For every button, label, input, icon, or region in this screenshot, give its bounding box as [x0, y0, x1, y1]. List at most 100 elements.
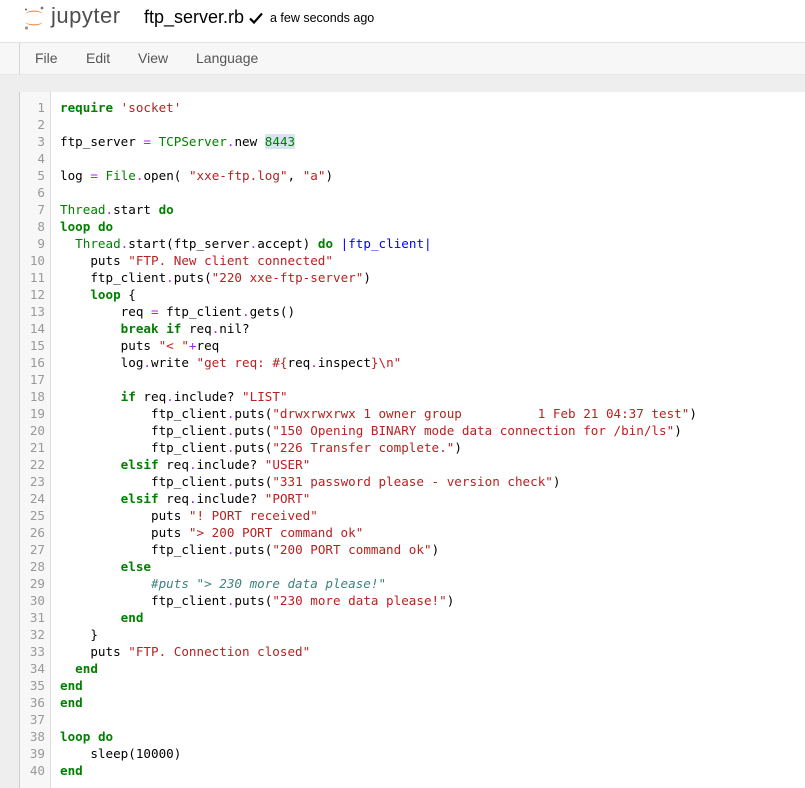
code-text[interactable]: sleep(10000) [60, 745, 181, 762]
code-line[interactable]: 36 end [20, 694, 805, 711]
code-text[interactable]: ftp_client.puts("150 Opening BINARY mode… [60, 422, 682, 439]
code-line[interactable]: 31 end [20, 609, 805, 626]
code-token: gets() [249, 304, 296, 319]
code-text[interactable]: elsif req.include? "USER" [60, 456, 311, 473]
code-line[interactable]: 5 log = File.open( "xxe-ftp.log", "a") [20, 167, 805, 184]
code-editor[interactable]: 1 require 'socket' 2 3 ftp_server = TCPServe… [19, 92, 805, 788]
code-text[interactable]: #puts "> 230 more data please!" [60, 575, 386, 592]
menu-language[interactable]: Language [196, 50, 258, 66]
code-text[interactable]: end [60, 677, 83, 694]
menu-file[interactable]: File [35, 50, 58, 66]
code-line[interactable]: 27 ftp_client.puts("200 PORT command ok"… [20, 541, 805, 558]
code-text[interactable]: ftp_client.puts("drwxrwxrwx 1 owner grou… [60, 405, 697, 422]
code-text[interactable]: puts "FTP. Connection closed" [60, 643, 310, 660]
code-line[interactable]: 22 elsif req.include? "USER" [20, 456, 805, 473]
code-text[interactable]: end [60, 762, 83, 779]
code-line[interactable]: 23 ftp_client.puts("331 password please … [20, 473, 805, 490]
code-token: log [60, 168, 91, 183]
code-token: "220 xxe-ftp-server" [211, 270, 364, 285]
code-line[interactable]: 28 else [20, 558, 805, 575]
code-text[interactable]: break if req.nil? [60, 320, 250, 337]
code-line[interactable]: 7 Thread.start do [20, 201, 805, 218]
code-line[interactable]: 9 Thread.start(ftp_server.accept) do |ft… [20, 235, 805, 252]
code-line[interactable]: 6 [20, 184, 805, 201]
code-line[interactable]: 35 end [20, 677, 805, 694]
code-text[interactable]: ftp_client.puts("230 more data please!") [60, 592, 454, 609]
code-text[interactable]: puts "< "+req [60, 337, 220, 354]
code-line[interactable]: 30 ftp_client.puts("230 more data please… [20, 592, 805, 609]
code-text[interactable]: loop { [60, 286, 136, 303]
code-text[interactable]: Thread.start(ftp_server.accept) do |ftp_… [60, 235, 431, 252]
code-text[interactable]: elsif req.include? "PORT" [60, 490, 311, 507]
code-text[interactable]: end [60, 660, 98, 677]
code-text[interactable]: puts "> 200 PORT command ok" [60, 524, 363, 541]
menu-bar: File Edit View Language [0, 42, 805, 75]
code-text[interactable]: if req.include? "LIST" [60, 388, 288, 405]
code-line[interactable]: 19 ftp_client.puts("drwxrwxrwx 1 owner g… [20, 405, 805, 422]
code-line[interactable]: 13 req = ftp_client.gets() [20, 303, 805, 320]
code-line[interactable]: 40 end [20, 762, 805, 779]
code-text[interactable]: require 'socket' [60, 99, 181, 116]
code-text[interactable]: loop do [60, 728, 113, 745]
code-line[interactable]: 2 [20, 116, 805, 133]
jupyter-logo-icon[interactable] [22, 5, 46, 31]
code-line[interactable]: 39 sleep(10000) [20, 745, 805, 762]
code-line[interactable]: 38 loop do [20, 728, 805, 745]
code-token: loop [90, 287, 121, 302]
code-line[interactable]: 34 end [20, 660, 805, 677]
code-line[interactable]: 21 ftp_client.puts("226 Transfer complet… [20, 439, 805, 456]
code-line[interactable]: 26 puts "> 200 PORT command ok" [20, 524, 805, 541]
code-token: ) [689, 406, 697, 421]
code-text[interactable]: ftp_client.puts("220 xxe-ftp-server") [60, 269, 371, 286]
code-text[interactable]: } [60, 626, 98, 643]
code-text[interactable]: ftp_client.puts("331 password please - v… [60, 473, 560, 490]
code-line[interactable]: 24 elsif req.include? "PORT" [20, 490, 805, 507]
code-text[interactable]: end [60, 609, 144, 626]
code-line[interactable]: 16 log.write "get req: #{req.inspect}\n" [20, 354, 805, 371]
code-line[interactable]: 4 [20, 150, 805, 167]
code-text[interactable]: loop do [60, 218, 113, 235]
code-line[interactable]: 12 loop { [20, 286, 805, 303]
code-line[interactable]: 17 [20, 371, 805, 388]
code-line[interactable]: 18 if req.include? "LIST" [20, 388, 805, 405]
code-text[interactable]: log = File.open( "xxe-ftp.log", "a") [60, 167, 333, 184]
code-line[interactable]: 32 } [20, 626, 805, 643]
code-line[interactable]: 15 puts "< "+req [20, 337, 805, 354]
code-line[interactable]: 37 [20, 711, 805, 728]
code-area[interactable]: 1 require 'socket' 2 3 ftp_server = TCPServe… [20, 99, 805, 779]
code-text[interactable]: Thread.start do [60, 201, 174, 218]
notebook-name[interactable]: ftp_server.rb [144, 7, 244, 28]
code-text[interactable]: ftp_server = TCPServer.new 8443 [60, 133, 296, 150]
code-text[interactable]: else [60, 558, 151, 575]
code-token: ) [431, 542, 440, 557]
code-token: "FTP. New client connected" [128, 253, 333, 268]
code-line[interactable]: 14 break if req.nil? [20, 320, 805, 337]
code-text[interactable]: ftp_client.puts("226 Transfer complete."… [60, 439, 462, 456]
code-line[interactable]: 11 ftp_client.puts("220 xxe-ftp-server") [20, 269, 805, 286]
code-token: inspect [317, 355, 371, 370]
code-line[interactable]: 25 puts "! PORT received" [20, 507, 805, 524]
code-line[interactable]: 29 #puts "> 230 more data please!" [20, 575, 805, 592]
code-text[interactable]: puts "FTP. New client connected" [60, 252, 333, 269]
menu-view[interactable]: View [138, 50, 168, 66]
code-line[interactable]: 33 puts "FTP. Connection closed" [20, 643, 805, 660]
code-text[interactable]: puts "! PORT received" [60, 507, 318, 524]
code-token: puts [60, 644, 129, 659]
code-line[interactable]: 20 ftp_client.puts("150 Opening BINARY m… [20, 422, 805, 439]
code-line[interactable]: 3 ftp_server = TCPServer.new 8443 [20, 133, 805, 150]
code-text[interactable]: ftp_client.puts("200 PORT command ok") [60, 541, 439, 558]
code-text[interactable]: log.write "get req: #{req.inspect}\n" [60, 354, 402, 371]
code-text[interactable]: end [60, 694, 83, 711]
code-line[interactable]: 8 loop do [20, 218, 805, 235]
code-token: end [60, 678, 83, 693]
menu-edit[interactable]: Edit [86, 50, 110, 66]
code-line[interactable]: 10 puts "FTP. New client connected" [20, 252, 805, 269]
code-line[interactable]: 1 require 'socket' [20, 99, 805, 116]
code-text[interactable]: req = ftp_client.gets() [60, 303, 295, 320]
jupyter-logo-text[interactable]: jupyter [51, 3, 121, 29]
checkmark-icon [249, 12, 263, 24]
line-number: 5 [37, 168, 45, 183]
